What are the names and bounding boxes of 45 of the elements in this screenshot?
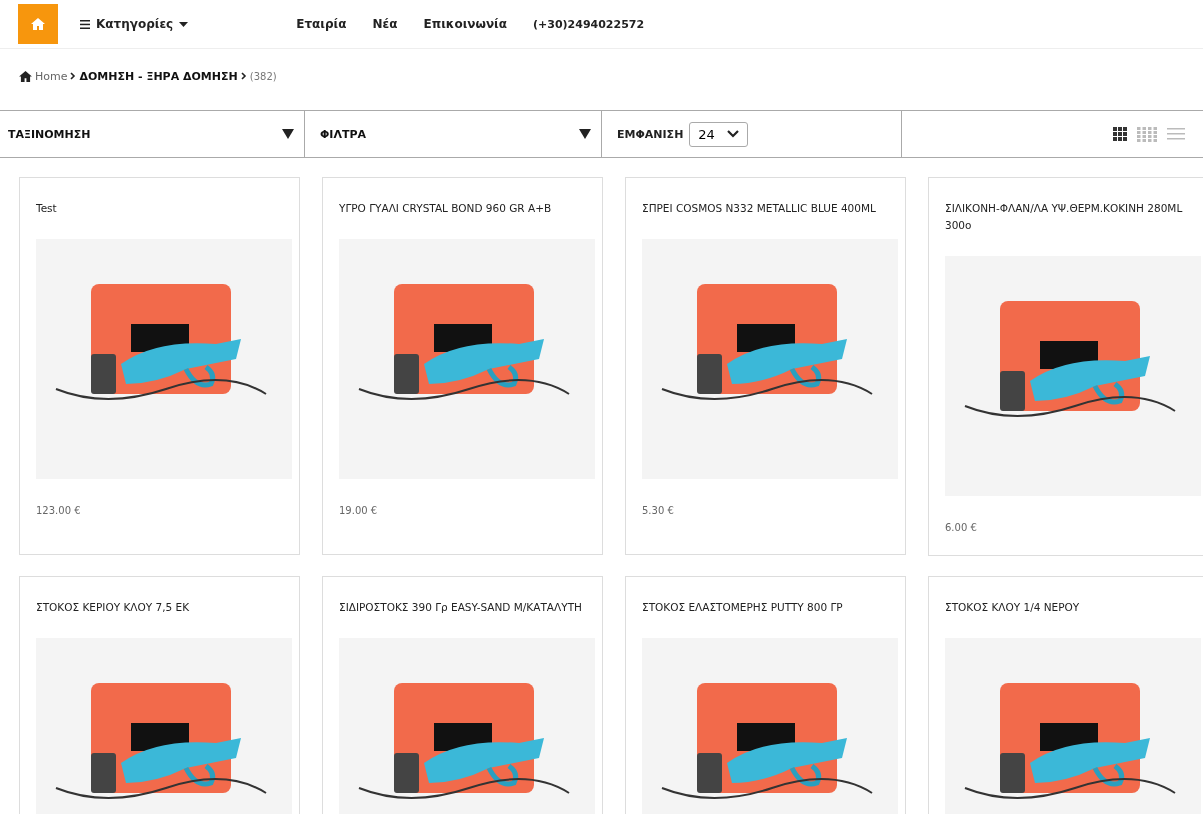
product-card[interactable]: ΣΙΔΙΡΟΣΤΟΚΣ 390 Γρ EASY-SAND Μ/ΚΑΤΑΛΥΤΗ (322, 576, 603, 814)
breadcrumb-current: ΔΟΜΗΣΗ - ΞΗΡΑ ΔΟΜΗΣΗ (79, 69, 238, 83)
product-price: 5.30 € (642, 505, 675, 516)
chevron-down-icon (726, 130, 739, 138)
product-card[interactable]: ΣΤΟΚΟΣ ΚΛΟΥ 1/4 ΝΕΡΟΥ (928, 576, 1203, 814)
product-card[interactable]: ΣΙΛΙΚΟΝΗ-ΦΛΑΝ/ΛΑ ΥΨ.ΘΕΡΜ.ΚΟΚΙΝΗ 280ML 300o 6.00 € (928, 177, 1203, 556)
product-card[interactable]: ΥΓΡΟ ΓΥΑΛΙ CRYSTAL BOND 960 GR A+B 19.00 € (322, 177, 603, 555)
dense-grid-view-icon[interactable] (1137, 126, 1157, 142)
home-button[interactable] (18, 4, 58, 44)
chevron-icon (70, 72, 77, 80)
product-card[interactable]: Test 123.00 € (19, 177, 300, 555)
dropdown-arrow-icon (579, 129, 591, 139)
per-page-select[interactable]: 24 (689, 121, 748, 147)
breadcrumb-link[interactable]: Home (35, 69, 68, 83)
chevron-icon (240, 72, 247, 80)
menu-icon (80, 19, 90, 29)
filters-dropdown[interactable]: ΦΙΛΤΡΑ (305, 111, 601, 157)
sort-dropdown[interactable]: ΤΑΞΙΝΟΜΗΣΗ (0, 111, 304, 157)
product-title: ΣΙΛΙΚΟΝΗ-ΦΛΑΝ/ΛΑ ΥΨ.ΘΕΡΜ.ΚΟΚΙΝΗ 280ML 300o (945, 201, 1184, 233)
grid-view-icon[interactable] (1113, 127, 1127, 141)
product-card[interactable]: ΣΤΟΚΟΣ ΚΕΡΙΟΥ ΚΛΟΥ 7,5 ΕΚ (19, 576, 300, 814)
home-icon (19, 70, 32, 82)
product-title: ΣΤΟΚΟΣ ΕΛΑΣΤΟΜΕΡΗΣ PUTTY 800 ΓΡ (642, 600, 844, 615)
product-title: ΥΓΡΟ ΓΥΑΛΙ CRYSTAL BOND 960 GR A+B (339, 201, 553, 216)
categories-menu[interactable]: Κατηγορίες (80, 17, 189, 31)
nav-link[interactable]: Νέα (372, 17, 398, 31)
product-title: ΣΤΟΚΟΣ ΚΛΟΥ 1/4 ΝΕΡΟΥ (945, 600, 1081, 615)
product-price: 19.00 € (339, 505, 379, 516)
product-card[interactable]: ΣΤΟΚΟΣ ΕΛΑΣΤΟΜΕΡΗΣ PUTTY 800 ΓΡ (625, 576, 906, 814)
nav-link[interactable]: Εταιρία (296, 17, 347, 31)
product-title: ΣΠΡΕΙ COSMOS N332 METALLIC BLUE 400ML (642, 201, 877, 216)
product-count: (382) (249, 70, 277, 82)
caret-icon (179, 21, 189, 27)
dropdown-arrow-icon (282, 129, 294, 139)
list-view-icon[interactable] (1167, 128, 1185, 140)
show-label: ΕΜΦΑΝΙΣΗ (617, 127, 684, 141)
phone-number: (+30)2494022572 (533, 17, 645, 31)
product-title: ΣΤΟΚΟΣ ΚΕΡΙΟΥ ΚΛΟΥ 7,5 ΕΚ (36, 600, 191, 615)
product-card[interactable]: ΣΠΡΕΙ COSMOS N332 METALLIC BLUE 400ML 5.30 € (625, 177, 906, 555)
nav-link[interactable]: Επικοινωνία (423, 17, 507, 31)
product-title: Test (36, 201, 58, 216)
product-price: 123.00 € (36, 505, 82, 516)
home-icon (31, 18, 45, 30)
product-title: ΣΙΔΙΡΟΣΤΟΚΣ 390 Γρ EASY-SAND Μ/ΚΑΤΑΛΥΤΗ (339, 600, 583, 615)
product-price: 6.00 € (945, 522, 978, 533)
